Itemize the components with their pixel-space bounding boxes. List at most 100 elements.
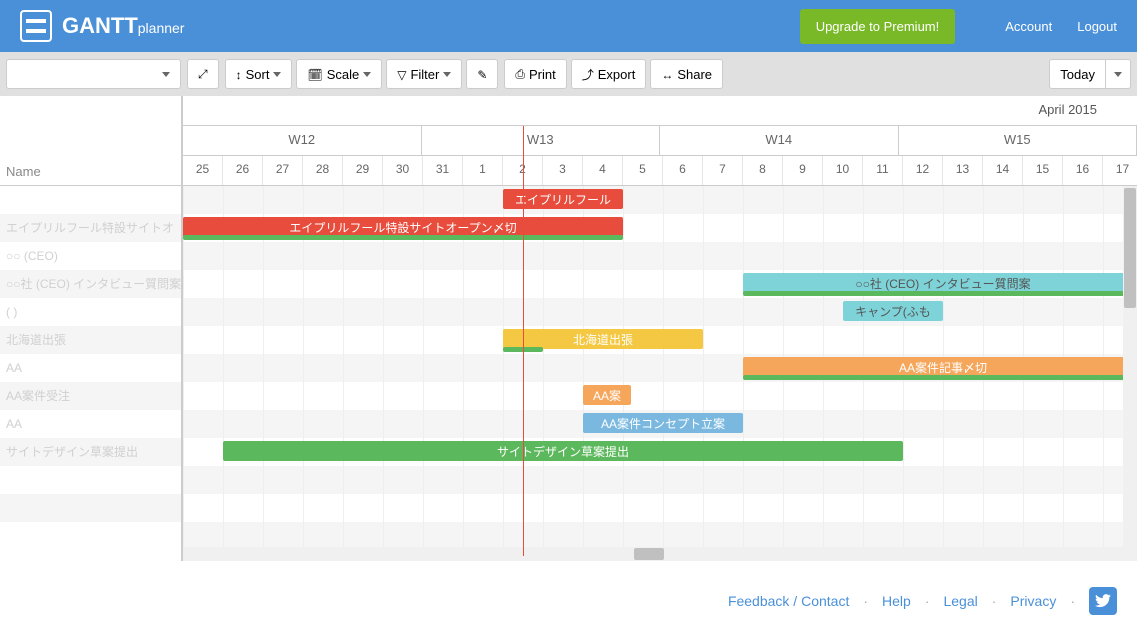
vertical-scrollbar[interactable] (1123, 186, 1137, 561)
chart-body: エイプリルフールエイプリルフール特設サイトオープン〆切 ○○社 (CEO) インタ… (183, 186, 1137, 556)
task-name-panel: Name エイプリルフール特設サイトオ○○ (CEO)○○社 (CEO) インタ… (0, 96, 182, 561)
day-cell: 9 (783, 156, 823, 185)
timeline-panel[interactable]: April 2015 W12W13W14W15 2526272829303112… (182, 96, 1137, 561)
scrollbar-thumb[interactable] (634, 548, 664, 560)
day-cell: 27 (263, 156, 303, 185)
task-row[interactable]: AA案件受注 (0, 382, 181, 410)
day-cell: 15 (1023, 156, 1063, 185)
project-select[interactable] (6, 59, 181, 89)
task-row[interactable]: ○○ (CEO) (0, 242, 181, 270)
timeline-header: April 2015 W12W13W14W15 2526272829303112… (183, 96, 1137, 186)
calendar-icon (307, 67, 322, 82)
chevron-down-icon (363, 72, 371, 77)
sort-button[interactable]: Sort (225, 59, 293, 89)
day-cell: 4 (583, 156, 623, 185)
day-cell: 11 (863, 156, 903, 185)
day-cell: 28 (303, 156, 343, 185)
day-cell: 31 (423, 156, 463, 185)
chevron-down-icon (443, 72, 451, 77)
chevron-down-icon (162, 72, 170, 77)
gantt-chart: Name エイプリルフール特設サイトオ○○ (CEO)○○社 (CEO) インタ… (0, 96, 1137, 576)
feedback-link[interactable]: Feedback / Contact (728, 593, 849, 609)
task-row[interactable] (0, 522, 181, 550)
week-cell: W13 (422, 126, 661, 155)
upgrade-button[interactable]: Upgrade to Premium! (800, 9, 956, 44)
share-icon (661, 67, 673, 82)
export-button[interactable]: Export (571, 59, 647, 89)
week-cell: W15 (899, 126, 1137, 155)
gantt-bar[interactable]: サイトデザイン草案提出 (223, 441, 903, 461)
gantt-bar[interactable]: AA案件記事〆切 (743, 357, 1137, 377)
day-cell: 29 (343, 156, 383, 185)
toolbar: Sort Scale Filter Print Export Share Tod… (0, 52, 1137, 96)
day-cell: 26 (223, 156, 263, 185)
task-row[interactable] (0, 466, 181, 494)
gantt-bar[interactable]: 北海道出張 (503, 329, 703, 349)
task-row[interactable]: サイトデザイン草案提出 (0, 438, 181, 466)
day-cell: 10 (823, 156, 863, 185)
task-row[interactable] (0, 494, 181, 522)
week-row: W12W13W14W15 (183, 126, 1137, 156)
progress-bar (743, 291, 1137, 296)
task-row[interactable]: ○○社 (CEO) インタビュー質問案 (0, 270, 181, 298)
progress-bar (743, 375, 1137, 380)
day-cell: 16 (1063, 156, 1103, 185)
privacy-link[interactable]: Privacy (1010, 593, 1056, 609)
task-row[interactable]: AA (0, 410, 181, 438)
share-button[interactable]: Share (650, 59, 723, 89)
gantt-bar[interactable]: エイプリルフール (503, 189, 623, 209)
date-picker-button[interactable] (1106, 59, 1131, 89)
logo-icon (20, 10, 52, 42)
week-cell: W14 (660, 126, 899, 155)
export-icon (582, 66, 594, 83)
sort-icon (236, 67, 242, 82)
day-cell: 7 (703, 156, 743, 185)
wand-icon (477, 67, 487, 82)
scrollbar-thumb[interactable] (1124, 188, 1136, 308)
filter-icon (397, 67, 406, 82)
task-row[interactable] (0, 186, 181, 214)
day-cell: 14 (983, 156, 1023, 185)
day-cell: 13 (943, 156, 983, 185)
legal-link[interactable]: Legal (943, 593, 977, 609)
day-row: 252627282930311234567891011121314151617 (183, 156, 1137, 186)
help-link[interactable]: Help (882, 593, 911, 609)
name-column-header: Name (0, 96, 181, 186)
account-link[interactable]: Account (1005, 19, 1052, 34)
day-cell: 5 (623, 156, 663, 185)
day-cell: 6 (663, 156, 703, 185)
expand-icon (198, 66, 208, 82)
edit-button[interactable] (466, 59, 498, 89)
month-row: April 2015 (183, 96, 1137, 126)
day-cell: 17 (1103, 156, 1137, 185)
gantt-bar[interactable]: AA案件コンセプト立案 (583, 413, 743, 433)
day-cell: 30 (383, 156, 423, 185)
print-button[interactable]: Print (504, 59, 566, 89)
gantt-bar[interactable]: キャンプ(ふも (843, 301, 943, 321)
day-cell: 8 (743, 156, 783, 185)
expand-button[interactable] (187, 59, 219, 89)
week-cell: W12 (183, 126, 422, 155)
today-button[interactable]: Today (1049, 59, 1106, 89)
horizontal-scrollbar[interactable] (183, 547, 1123, 561)
task-row[interactable]: 北海道出張 (0, 326, 181, 354)
task-row[interactable]: ( ) (0, 298, 181, 326)
footer: Feedback / Contact · Help · Legal · Priv… (0, 579, 1137, 623)
filter-button[interactable]: Filter (386, 59, 462, 89)
day-cell: 1 (463, 156, 503, 185)
chevron-down-icon (273, 72, 281, 77)
twitter-icon[interactable] (1089, 587, 1117, 615)
task-row[interactable]: AA (0, 354, 181, 382)
day-cell: 25 (183, 156, 223, 185)
day-cell: 12 (903, 156, 943, 185)
print-icon (515, 66, 525, 82)
logout-link[interactable]: Logout (1077, 19, 1117, 34)
gantt-bar[interactable]: ○○社 (CEO) インタビュー質問案 (743, 273, 1137, 293)
scale-button[interactable]: Scale (296, 59, 382, 89)
task-row[interactable]: エイプリルフール特設サイトオ (0, 214, 181, 242)
gantt-bar[interactable]: エイプリルフール特設サイトオープン〆切 (183, 217, 623, 237)
logo-text: GANTTplanner (62, 13, 184, 39)
day-cell: 3 (543, 156, 583, 185)
gantt-bar[interactable]: AA案 (583, 385, 631, 405)
chevron-down-icon (1114, 72, 1122, 77)
